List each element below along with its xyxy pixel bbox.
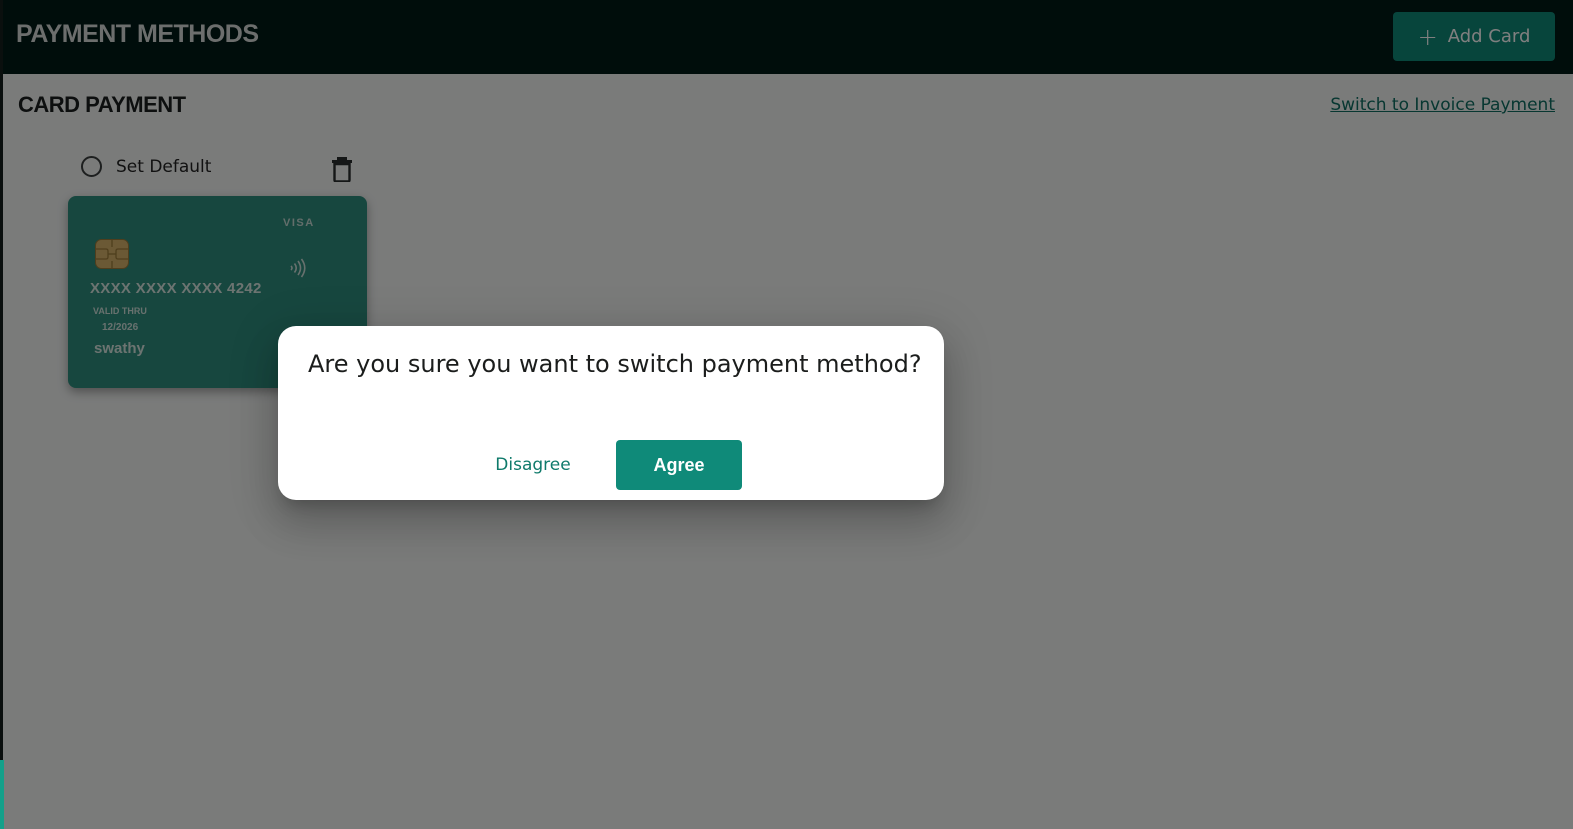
- disagree-button[interactable]: Disagree: [483, 440, 583, 490]
- agree-button[interactable]: Agree: [616, 440, 742, 490]
- payment-methods-page: PAYMENT METHODS + Add Card CARD PAYMENT …: [0, 0, 1573, 829]
- confirm-switch-dialog: Are you sure you want to switch payment …: [278, 326, 944, 500]
- left-edge-accent: [0, 760, 4, 829]
- left-edge-bar: [0, 0, 3, 829]
- dialog-message: Are you sure you want to switch payment …: [308, 350, 922, 378]
